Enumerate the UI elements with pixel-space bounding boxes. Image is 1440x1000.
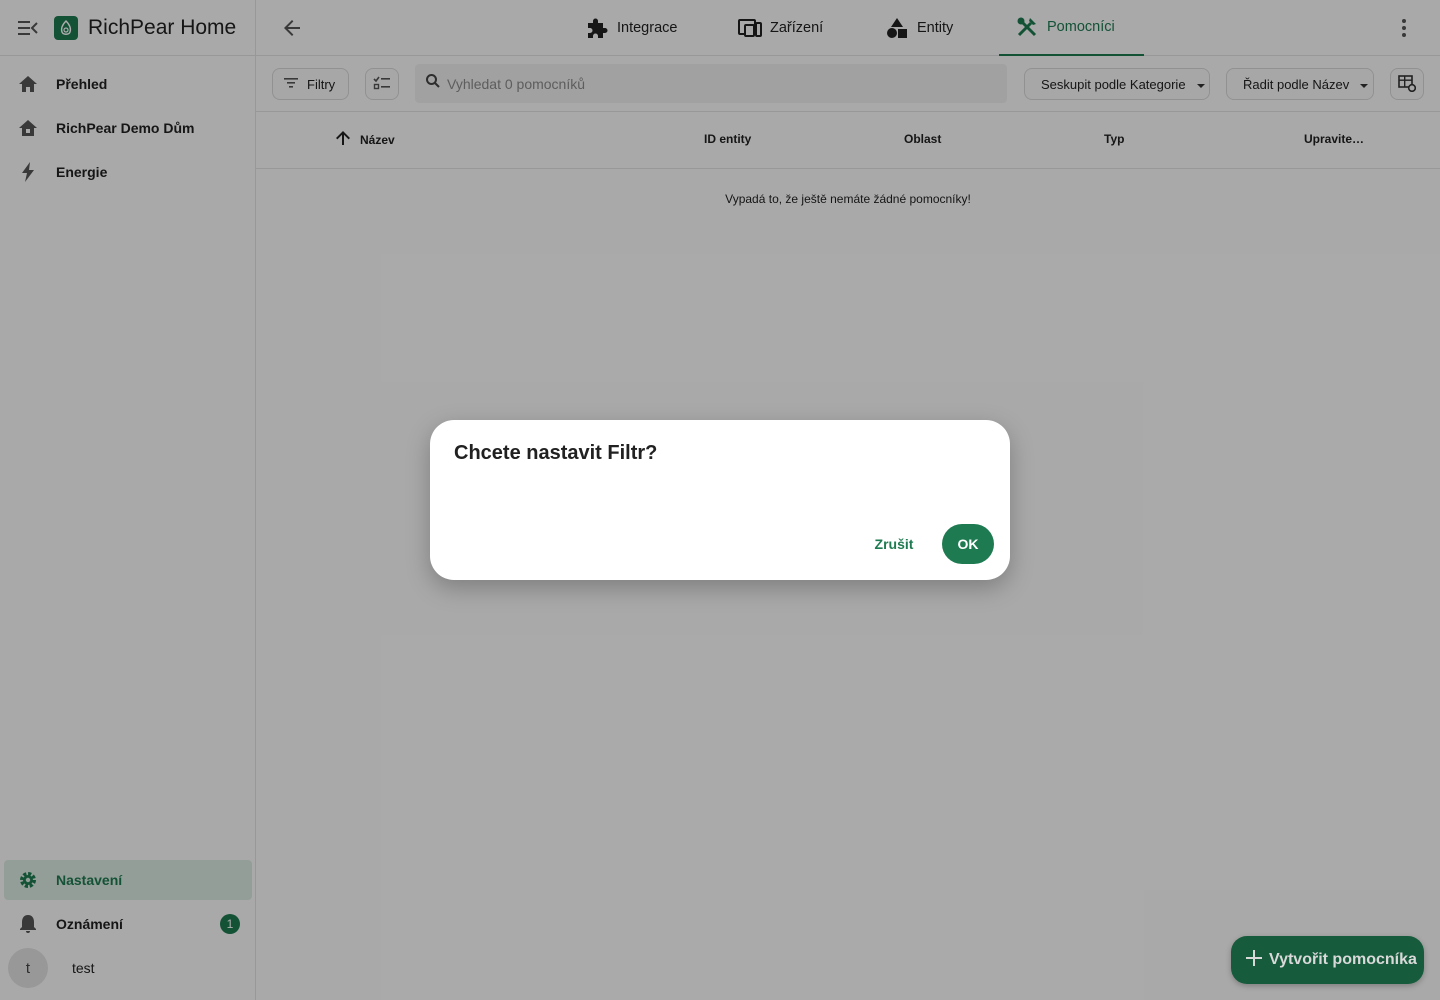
plus-icon [1245, 949, 1263, 972]
create-helper-button[interactable]: Vytvořit pomocníka [1231, 936, 1424, 984]
dialog-title: Chcete nastavit Filtr? [454, 442, 658, 464]
ok-button[interactable]: OK [942, 524, 994, 564]
create-helper-label: Vytvořit pomocníka [1269, 951, 1417, 968]
confirm-dialog: Chcete nastavit Filtr? Zrušit OK [430, 420, 1010, 580]
cancel-button[interactable]: Zrušit [862, 524, 926, 564]
